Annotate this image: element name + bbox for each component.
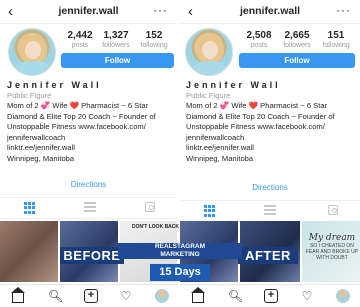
follow-button[interactable]: Follow (61, 53, 174, 68)
bio-line: Mom of 2 💞 Wife ❤️ Pharmacist ~ 6 Star (7, 101, 149, 110)
list-icon[interactable] (264, 205, 278, 217)
bio-line: Diamond & Elite Top 20 Coach ~ Founder o… (7, 111, 156, 121)
bio-location: Winnipeg, Manitoba (186, 153, 254, 163)
profile-avatar[interactable] (8, 28, 56, 76)
stat-label: followers (102, 42, 130, 49)
post-caption-text: DON'T LOOK BACK (132, 224, 180, 230)
stat-followers[interactable]: 1,327 followers (96, 30, 136, 49)
quote-small-text: SO I CHEATED ON FEAR AND BROKE UP WITH D… (305, 243, 359, 261)
directions-link[interactable]: Directions (180, 183, 360, 192)
bio-line: Diamond & Elite Top 20 Coach ~ Founder o… (186, 111, 335, 121)
stat-value: 152 (145, 30, 163, 41)
profile-name: Jennifer Wall (186, 80, 281, 90)
stat-value: 151 (327, 30, 345, 41)
stat-label: following (140, 42, 168, 49)
bio-link[interactable]: linktr.ee/jennifer.wall (186, 143, 354, 154)
profile-bio: Jennifer Wall Public Figure Mom of 2 💞 W… (186, 80, 354, 164)
profile-avatar[interactable] (185, 28, 233, 76)
profile-name: Jennifer Wall (7, 80, 102, 90)
stat-posts[interactable]: 2,508 posts (239, 30, 279, 49)
promo-days-label: 15 Days (150, 264, 210, 281)
profile-tabs (180, 200, 360, 222)
quote-graphic: My dream SO I CHEATED ON FEAR AND BROKE … (305, 233, 359, 261)
promo-line1: REALSTAGRAM (154, 243, 206, 250)
before-label: BEFORE (60, 247, 124, 264)
search-icon[interactable]: 🔍︎ (228, 289, 243, 303)
tagged-icon[interactable] (145, 202, 155, 212)
grid-icon[interactable] (204, 205, 218, 217)
profile-bio: Jennifer Wall Public Figure Mom of 2 💞 W… (7, 80, 175, 164)
profile-category: Public Figure (7, 90, 52, 100)
bio-link[interactable]: linktr.ee/jennifer.wall (7, 143, 175, 154)
add-post-icon[interactable]: + (264, 289, 278, 303)
directions-link[interactable]: Directions (0, 180, 177, 189)
home-icon[interactable] (191, 287, 205, 303)
stat-value: 2,665 (284, 30, 310, 41)
list-icon[interactable] (84, 202, 98, 214)
heart-icon[interactable]: ♡ (300, 289, 314, 303)
top-bar: ‹ jennifer.wall ··· (0, 0, 177, 24)
bio-line: Mom of 2 💞 Wife ❤️ Pharmacist ~ 6 Star (186, 101, 328, 110)
stat-value: 2,508 (246, 30, 272, 41)
stat-label: posts (250, 42, 268, 49)
after-label: AFTER (238, 247, 298, 264)
quote-script-text: My dream (308, 233, 356, 243)
bio-line: Unstoppable Fitness www.facebook.com/ (7, 122, 146, 131)
add-post-icon[interactable]: + (84, 289, 98, 303)
stat-label: followers (283, 42, 311, 49)
stat-label: posts (71, 42, 89, 49)
bottom-nav-left: 🔍︎ + ♡ (0, 284, 177, 307)
profile-avatar-icon[interactable] (155, 289, 169, 303)
stat-posts[interactable]: 2,442 posts (60, 30, 100, 49)
profile-tabs (0, 197, 177, 219)
top-bar: ‹ jennifer.wall ··· (180, 0, 360, 24)
search-icon[interactable]: 🔍︎ (48, 289, 63, 303)
bio-line: Unstoppable Fitness www.facebook.com/ (186, 122, 325, 131)
tagged-icon[interactable] (328, 205, 338, 215)
stat-followers[interactable]: 2,665 followers (277, 30, 317, 49)
stat-value: 1,327 (103, 30, 129, 41)
stat-following[interactable]: 151 following (316, 30, 356, 49)
bottom-nav-right: 🔍︎ + ♡ (180, 284, 360, 307)
promo-line2: MARKETING (160, 251, 200, 258)
heart-icon[interactable]: ♡ (119, 289, 133, 303)
profile-avatar-icon[interactable] (336, 289, 350, 303)
post-thumbnail[interactable] (0, 221, 58, 282)
profile-category: Public Figure (186, 90, 231, 100)
more-dots-icon[interactable]: ··· (336, 3, 351, 17)
profile-username: jennifer.wall (58, 5, 119, 17)
bio-line: jenniferwallcoach (186, 132, 245, 142)
profile-username: jennifer.wall (239, 5, 301, 17)
stat-following[interactable]: 152 following (134, 30, 174, 49)
bio-line: jenniferwallcoach (7, 132, 66, 142)
home-icon[interactable] (11, 287, 25, 303)
stat-value: 2,442 (67, 30, 93, 41)
more-dots-icon[interactable]: ··· (153, 3, 168, 17)
promo-banner: REALSTAGRAM MARKETING (118, 243, 242, 259)
stat-label: following (322, 42, 350, 49)
grid-icon[interactable] (24, 202, 38, 214)
follow-button[interactable]: Follow (239, 53, 355, 68)
bio-location: Winnipeg, Manitoba (7, 153, 75, 163)
